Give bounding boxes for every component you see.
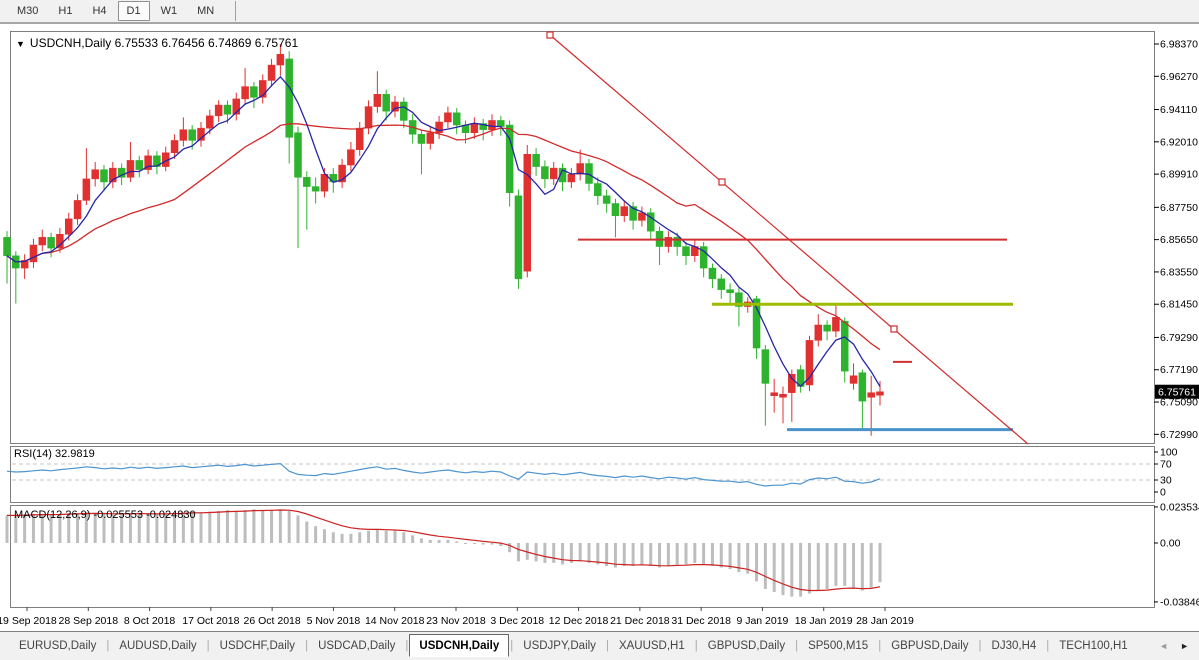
chart-title: ▼ USDCNH,Daily 6.75533 6.76456 6.74869 6.… [16, 36, 298, 50]
svg-text:6.87750: 6.87750 [1160, 202, 1198, 214]
svg-text:21 Dec 2018: 21 Dec 2018 [610, 615, 670, 627]
svg-text:30: 30 [1160, 475, 1172, 487]
svg-text:23 Nov 2018: 23 Nov 2018 [426, 615, 486, 627]
chart-tab-usdcad[interactable]: USDCAD,Daily [309, 636, 404, 656]
rsi-label: RSI(14) 32.9819 [14, 448, 95, 460]
svg-text:28 Jan 2019: 28 Jan 2019 [856, 615, 914, 627]
tab-scroll-right-icon[interactable]: ► [1180, 641, 1189, 651]
chart-tab-tech100[interactable]: TECH100,H1 [1050, 636, 1136, 656]
svg-text:5 Nov 2018: 5 Nov 2018 [307, 615, 361, 627]
svg-text:6.96270: 6.96270 [1160, 71, 1198, 83]
rsi-axis: 10070 300 [1154, 447, 1178, 499]
svg-text:3 Dec 2018: 3 Dec 2018 [490, 615, 544, 627]
svg-text:6.81450: 6.81450 [1160, 299, 1198, 311]
price-axis[interactable]: 6.98370 6.96270 6.94110 6.92010 6.89910 6.877… [1154, 39, 1199, 441]
chart-tab-sp500[interactable]: SP500,M15 [799, 636, 877, 656]
rsi-panel[interactable] [11, 447, 1155, 503]
chart-tab-usdchf[interactable]: USDCHF,Daily [211, 636, 304, 656]
svg-text:70: 70 [1160, 459, 1172, 471]
svg-text:26 Oct 2018: 26 Oct 2018 [244, 615, 301, 627]
chart-tab-gbpusd[interactable]: GBPUSD,Daily [699, 636, 794, 656]
date-axis[interactable]: 19 Sep 201828 Sep 2018 8 Oct 2018 17 Oct 2… [0, 607, 914, 627]
svg-text:6.72990: 6.72990 [1160, 429, 1198, 441]
svg-text:17 Oct 2018: 17 Oct 2018 [182, 615, 239, 627]
chart-tab-usdjpy[interactable]: USDJPY,Daily [514, 636, 605, 656]
tab-scroll-left-icon[interactable]: ◄ [1159, 641, 1168, 651]
svg-text:6.94110: 6.94110 [1160, 104, 1197, 116]
svg-text:0.023534: 0.023534 [1160, 501, 1199, 513]
chart-tab-audusd[interactable]: AUDUSD,Daily [110, 636, 205, 656]
chart-canvas[interactable]: 6.98370 6.96270 6.94110 6.92010 6.89910 6.877… [0, 0, 1199, 631]
trendline-anchor[interactable] [547, 32, 553, 38]
svg-text:14 Nov 2018: 14 Nov 2018 [365, 615, 425, 627]
macd-axis: 0.023534 0.00 -0.038466 [1154, 501, 1199, 608]
symbol-title: USDCNH,Daily [30, 36, 111, 50]
svg-text:6.77190: 6.77190 [1160, 364, 1198, 376]
macd-label: MACD(12,26,9) -0.025553 -0.024830 [14, 509, 196, 521]
svg-text:0.00: 0.00 [1160, 538, 1181, 550]
chart-tab-usdcnh-active[interactable]: USDCNH,Daily [409, 634, 509, 657]
symbol-dropdown-icon[interactable]: ▼ [16, 39, 25, 49]
chart-tab-dj30[interactable]: DJ30,H4 [983, 636, 1046, 656]
svg-text:6.79290: 6.79290 [1160, 332, 1198, 344]
chart-tab-bar: EURUSD,Daily|AUDUSD,Daily|USDCHF,Daily|U… [0, 631, 1199, 660]
svg-text:6.98370: 6.98370 [1160, 39, 1198, 51]
svg-text:9 Jan 2019: 9 Jan 2019 [736, 615, 788, 627]
svg-text:-0.038466: -0.038466 [1160, 596, 1199, 608]
svg-text:6.92010: 6.92010 [1160, 136, 1198, 148]
svg-text:6.89910: 6.89910 [1160, 169, 1198, 181]
chart-tab-eurusd[interactable]: EURUSD,Daily [10, 636, 105, 656]
svg-text:12 Dec 2018: 12 Dec 2018 [549, 615, 609, 627]
svg-text:8 Oct 2018: 8 Oct 2018 [124, 615, 176, 627]
chart-tab-gbpusd[interactable]: GBPUSD,Daily [882, 636, 977, 656]
svg-text:0: 0 [1160, 487, 1166, 499]
trendline-anchor[interactable] [719, 179, 725, 185]
trendline-anchor[interactable] [891, 326, 897, 332]
svg-text:18 Jan 2019: 18 Jan 2019 [795, 615, 853, 627]
svg-text:100: 100 [1160, 447, 1178, 459]
svg-text:6.83550: 6.83550 [1160, 266, 1198, 278]
svg-text:28 Sep 2018: 28 Sep 2018 [59, 615, 119, 627]
svg-text:19 Sep 2018: 19 Sep 2018 [0, 615, 57, 627]
chart-tab-xauusd[interactable]: XAUUSD,H1 [610, 636, 694, 656]
ohlc-readout: 6.75533 6.76456 6.74869 6.75761 [115, 36, 299, 50]
svg-text:31 Dec 2018: 31 Dec 2018 [671, 615, 731, 627]
main-price-panel[interactable] [11, 32, 1155, 444]
svg-text:6.75761: 6.75761 [1158, 387, 1196, 399]
svg-text:6.85650: 6.85650 [1160, 234, 1198, 246]
tab-scroll-arrows: ◄► [1159, 641, 1189, 651]
